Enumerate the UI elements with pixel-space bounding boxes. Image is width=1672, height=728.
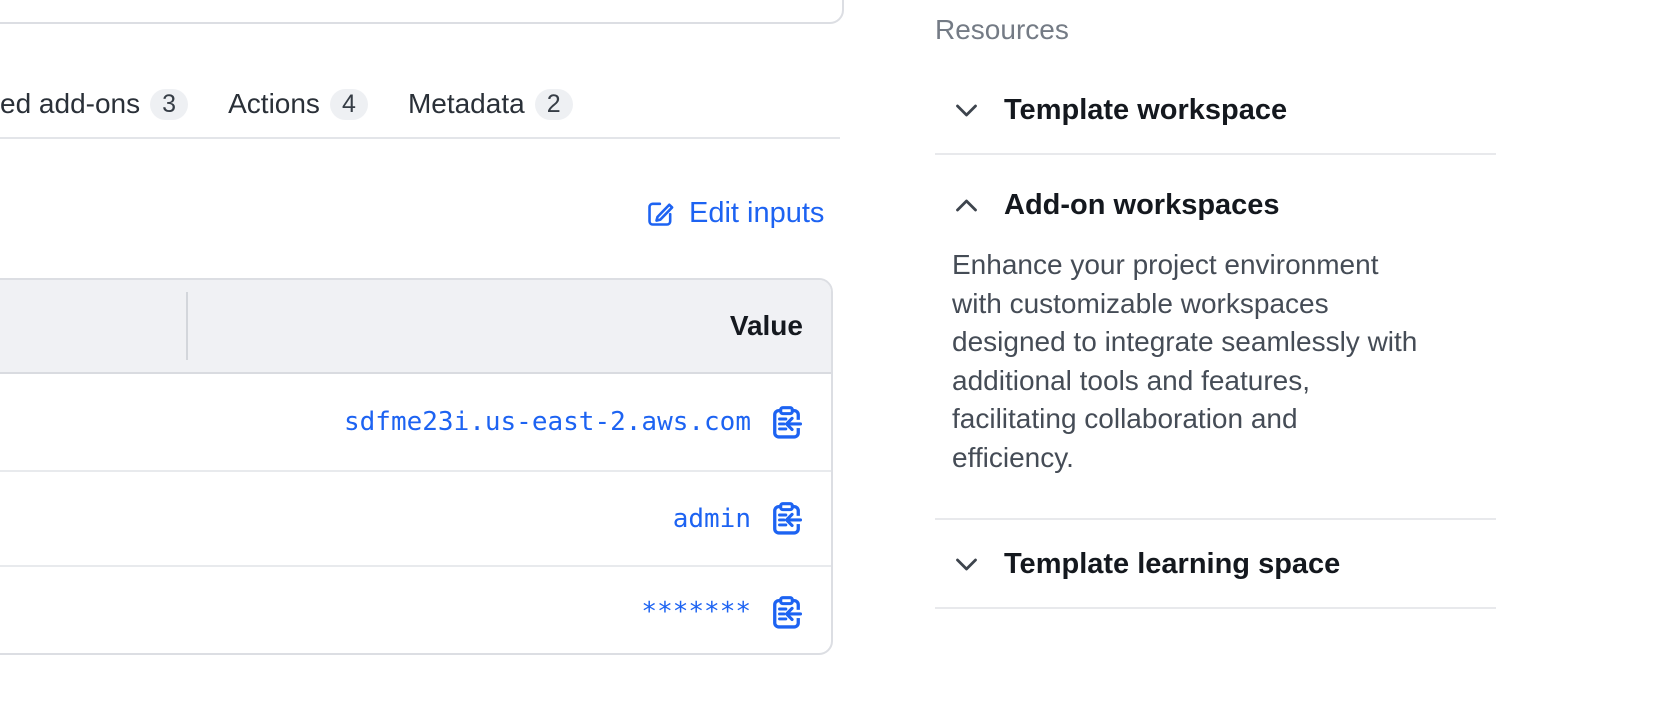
table-row: admin [0,470,831,565]
chevron-down-icon [955,557,978,572]
resources-sidebar: Resources Template workspace Add-on work… [935,0,1496,728]
chevron-down-icon [955,103,978,118]
copy-button[interactable] [771,502,802,535]
tab-strip: ed add-ons 3 Actions 4 Metadata 2 [0,84,573,124]
chevron-up-icon [955,198,978,213]
accordion-label: Add-on workspaces [1004,189,1280,222]
accordion-description: Enhance your project environment with cu… [952,246,1496,477]
accordion-label: Template learning space [1004,548,1340,581]
tab-count-badge: 2 [535,89,573,120]
input-value: sdfme23i.us-east-2.aws.com [344,407,751,437]
edit-icon [645,198,676,229]
tab-actions[interactable]: Actions 4 [228,88,368,120]
accordion-add-on-workspaces[interactable]: Add-on workspaces [955,189,1280,222]
tabs-divider [0,137,840,139]
sidebar-divider [935,518,1496,520]
inputs-table: Value sdfme23i.us-east-2.aws.com admin [0,278,833,655]
copy-button[interactable] [771,596,802,629]
card-above-fragment [0,0,844,24]
edit-inputs-label: Edit inputs [689,197,824,230]
tab-label: Metadata [408,88,525,120]
input-value: ******* [641,597,751,627]
edit-inputs-button[interactable]: Edit inputs [645,194,824,232]
copy-button[interactable] [771,406,802,439]
column-divider [186,292,188,360]
table-row: sdfme23i.us-east-2.aws.com [0,374,831,470]
accordion-template-learning-space[interactable]: Template learning space [955,548,1340,581]
table-row: ******* [0,565,831,655]
sidebar-divider [935,607,1496,609]
sidebar-divider [935,153,1496,155]
input-value: admin [673,504,751,534]
tab-count-badge: 3 [150,89,188,120]
tab-installed-add-ons[interactable]: ed add-ons 3 [0,88,188,120]
tab-count-badge: 4 [330,89,368,120]
page: ed add-ons 3 Actions 4 Metadata 2 Edit i… [0,0,1672,728]
accordion-label: Template workspace [1004,94,1287,127]
accordion-template-workspace[interactable]: Template workspace [955,94,1287,127]
tab-label: ed add-ons [0,88,140,120]
tab-label: Actions [228,88,320,120]
value-column-header: Value [730,280,803,372]
table-header-row: Value [0,280,831,374]
tab-metadata[interactable]: Metadata 2 [408,88,573,120]
sidebar-title: Resources [935,14,1069,46]
